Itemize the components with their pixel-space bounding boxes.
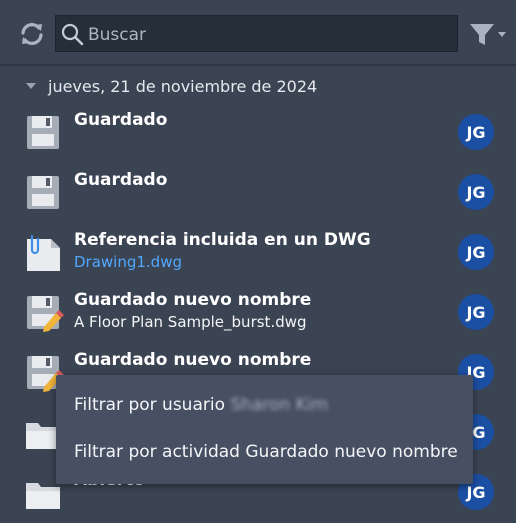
- filter-by-activity-item[interactable]: Filtrar por actividad Guardado nuevo nom…: [74, 442, 458, 462]
- user-avatar: JG: [458, 294, 494, 330]
- context-menu: Filtrar por usuario Sharon Kim Filtrar p…: [56, 375, 473, 484]
- activity-row[interactable]: Guardado JG: [0, 165, 516, 223]
- attach-document-icon: [27, 234, 60, 271]
- search-box[interactable]: [55, 15, 458, 53]
- activity-title: Guardado nuevo nombre: [74, 290, 312, 310]
- user-avatar: JG: [458, 114, 494, 150]
- activity-title: Referencia incluida en un DWG: [74, 230, 371, 250]
- user-avatar: JG: [458, 174, 494, 210]
- save-icon: [27, 116, 59, 149]
- activity-title: Guardado nuevo nombre: [74, 350, 312, 370]
- activity-row[interactable]: Referencia incluida en un DWG Drawing1.d…: [0, 225, 516, 283]
- date-label: jueves, 21 de noviembre de 2024: [48, 76, 318, 96]
- save-as-icon: [27, 296, 64, 332]
- refresh-icon[interactable]: [18, 20, 46, 48]
- filter-user-name: Sharon Kim: [230, 395, 328, 415]
- filter-dropdown-icon[interactable]: [468, 20, 510, 48]
- activity-title: Guardado: [74, 170, 168, 190]
- search-icon: [61, 23, 84, 46]
- filter-by-user-item[interactable]: Filtrar por usuario Sharon Kim: [74, 395, 328, 415]
- activity-title: Guardado: [74, 110, 168, 130]
- toolbar: [0, 0, 516, 66]
- activity-row[interactable]: Guardado nuevo nombre A Floor Plan Sampl…: [0, 285, 516, 343]
- filter-by-user-label: Filtrar por usuario: [74, 395, 225, 415]
- file-link[interactable]: Drawing1.dwg: [74, 253, 182, 271]
- file-name: A Floor Plan Sample_burst.dwg: [74, 313, 307, 331]
- date-group-header[interactable]: jueves, 21 de noviembre de 2024: [26, 72, 317, 100]
- search-input[interactable]: [86, 16, 450, 53]
- user-avatar: JG: [458, 234, 494, 270]
- save-icon: [27, 176, 59, 209]
- collapse-caret-icon[interactable]: [26, 83, 36, 89]
- activity-row[interactable]: Guardado JG: [0, 105, 516, 163]
